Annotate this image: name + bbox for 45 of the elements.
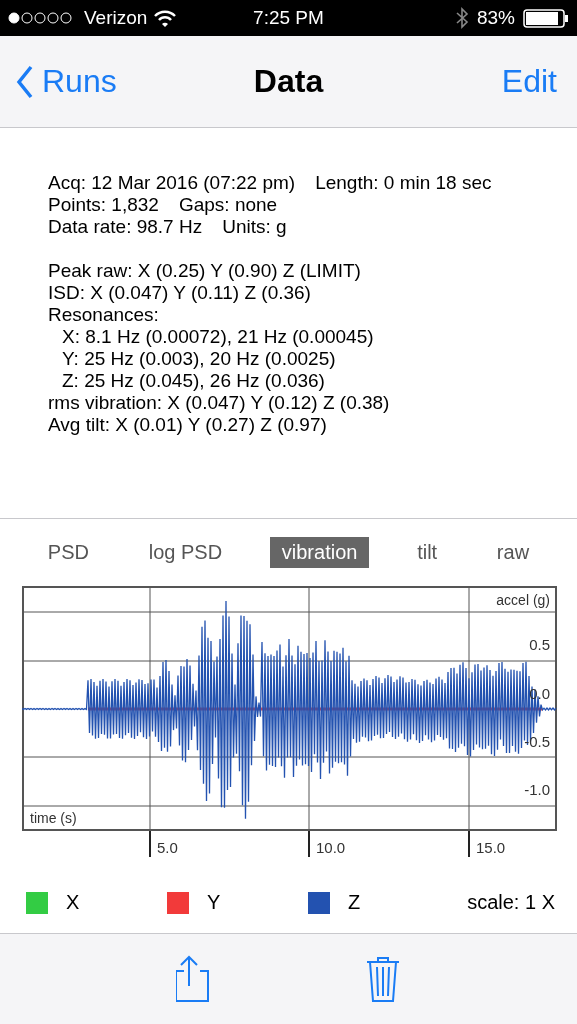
legend-label: X xyxy=(66,891,80,914)
scale-label: scale: 1 X xyxy=(467,891,555,914)
info-text: Peak raw: X (0.25) Y (0.90) Z (LIMIT) xyxy=(48,260,361,282)
info-text: X: 8.1 Hz (0.00072), 21 Hz (0.00045) xyxy=(62,326,374,348)
y-axis-label: accel (g) xyxy=(496,592,550,608)
info-text: Length: 0 min 18 sec xyxy=(315,172,492,194)
battery-icon xyxy=(523,8,569,28)
back-button[interactable]: Runs xyxy=(16,63,117,100)
chart-tab[interactable]: raw xyxy=(484,537,542,568)
x-axis-label: time (s) xyxy=(30,810,77,826)
info-text: Resonances: xyxy=(48,304,159,326)
info-text: Data rate: 98.7 Hz xyxy=(48,216,203,238)
trash-icon[interactable] xyxy=(364,955,401,1003)
y-tick-label: -1.0 xyxy=(524,781,550,798)
battery-percent: 83% xyxy=(476,7,515,29)
chart-tab[interactable]: log PSD xyxy=(136,537,235,568)
wifi-icon xyxy=(153,8,178,28)
info-text: Y: 25 Hz (0.003), 20 Hz (0.0025) xyxy=(62,348,336,370)
info-text: Avg tilt: X (0.01) Y (0.27) Z (0.97) xyxy=(48,414,327,436)
chart-tab[interactable]: PSD xyxy=(35,537,101,568)
edit-button[interactable]: Edit xyxy=(501,63,557,100)
tick-mark xyxy=(468,830,470,858)
info-text: Z: 25 Hz (0.045), 26 Hz (0.036) xyxy=(62,370,325,392)
chart-tab[interactable]: tilt xyxy=(405,537,450,568)
info-text: Gaps: none xyxy=(178,194,278,216)
tick-mark xyxy=(149,830,151,858)
x-tick-label: 5.0 xyxy=(157,839,178,856)
carrier-name: Verizon xyxy=(84,7,148,29)
info-text: ISD: X (0.047) Y (0.11) Z (0.36) xyxy=(48,282,311,304)
info-text: Units: g xyxy=(222,216,287,238)
bluetooth-icon xyxy=(454,7,469,29)
y-tick-label: 0.5 xyxy=(529,636,550,653)
info-text: rms vibration: X (0.047) Y (0.12) Z (0.38) xyxy=(48,392,390,414)
tick-mark xyxy=(308,830,310,858)
legend-label: Z xyxy=(348,891,361,914)
info-text: Points: 1,832 xyxy=(48,194,159,216)
info-text: Acq: 12 Mar 2016 (07:22 pm) xyxy=(48,172,296,194)
screen-title: Data xyxy=(253,63,324,100)
y-tick-label: -0.5 xyxy=(524,733,550,750)
x-tick-label: 10.0 xyxy=(316,839,346,856)
chart-tab[interactable]: vibration xyxy=(269,537,370,568)
status-time: 7:25 PM xyxy=(253,7,324,29)
x-tick-label: 15.0 xyxy=(476,839,506,856)
legend-label: Y xyxy=(207,891,221,914)
back-chevron-icon xyxy=(16,64,34,99)
